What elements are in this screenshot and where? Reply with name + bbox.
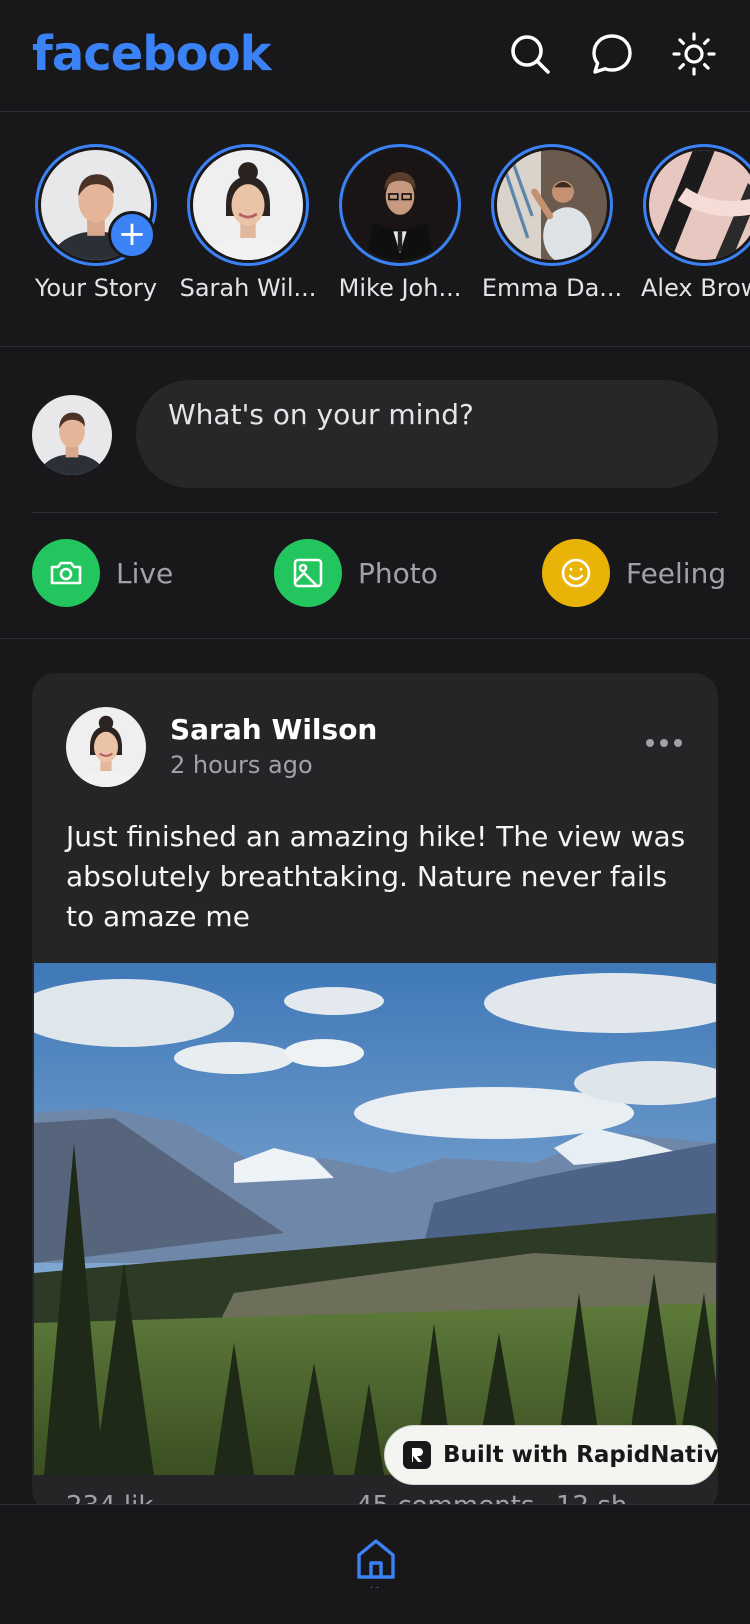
story-ring: + <box>35 144 157 266</box>
bottom-nav: ·· <box>0 1504 750 1624</box>
smile-icon <box>542 539 610 607</box>
story-alex[interactable]: Alex Brow <box>629 144 750 302</box>
story-sarah[interactable]: Sarah Wil... <box>173 144 323 302</box>
story-name: Alex Brow <box>641 274 750 302</box>
story-ring <box>339 144 461 266</box>
post-time: 2 hours ago <box>170 751 313 779</box>
divider <box>32 512 718 513</box>
camera-icon <box>32 539 100 607</box>
post-author[interactable]: Sarah Wilson <box>170 713 377 746</box>
search-icon[interactable] <box>506 30 554 78</box>
action-label: Live <box>116 556 174 590</box>
story-ring <box>491 144 613 266</box>
feed-post: Sarah Wilson 2 hours ago Just finished a… <box>32 673 718 1513</box>
live-button[interactable]: Live <box>32 539 173 607</box>
avatar <box>497 150 607 260</box>
avatar <box>193 150 303 260</box>
post-image[interactable] <box>34 963 716 1475</box>
stories-row: + Your Story Sarah Wil... Mike Joh... Em… <box>0 112 750 347</box>
story-ring <box>643 144 750 266</box>
story-ring <box>187 144 309 266</box>
feeling-button[interactable]: Feeling <box>542 539 726 607</box>
avatar[interactable] <box>32 395 112 475</box>
story-your-story[interactable]: + Your Story <box>21 144 171 302</box>
post-composer: What's on your mind? Live Photo Feeling <box>0 347 750 639</box>
post-text: Just finished an amazing hike! The view … <box>66 820 686 933</box>
image-icon <box>274 539 342 607</box>
whats-on-your-mind-input[interactable]: What's on your mind? <box>136 380 718 488</box>
message-icon[interactable] <box>588 30 636 78</box>
built-with-badge[interactable]: Built with RapidNative <box>384 1425 734 1485</box>
home-icon[interactable]: ·· <box>352 1535 400 1594</box>
story-emma[interactable]: Emma Da... <box>477 144 627 302</box>
top-header: facebook <box>0 0 750 112</box>
active-indicator: ·· <box>369 1583 383 1594</box>
story-name: Sarah Wil... <box>179 274 317 302</box>
add-story-button[interactable]: + <box>108 211 156 259</box>
story-name: Emma Da... <box>481 274 623 302</box>
action-label: Photo <box>358 556 438 590</box>
story-name: Your Story <box>34 274 158 302</box>
story-mike[interactable]: Mike Joh... <box>325 144 475 302</box>
avatar <box>649 150 750 260</box>
theme-toggle-icon[interactable] <box>670 30 718 78</box>
rapidnative-logo-icon <box>403 1441 431 1469</box>
avatar <box>345 150 455 260</box>
action-label: Feeling <box>626 556 727 590</box>
badge-label: Built with RapidNative <box>443 1442 735 1468</box>
avatar[interactable] <box>66 707 146 787</box>
facebook-logo[interactable]: facebook <box>32 26 272 82</box>
more-options-icon[interactable] <box>644 731 684 755</box>
story-name: Mike Joh... <box>338 274 462 302</box>
photo-button[interactable]: Photo <box>274 539 438 607</box>
